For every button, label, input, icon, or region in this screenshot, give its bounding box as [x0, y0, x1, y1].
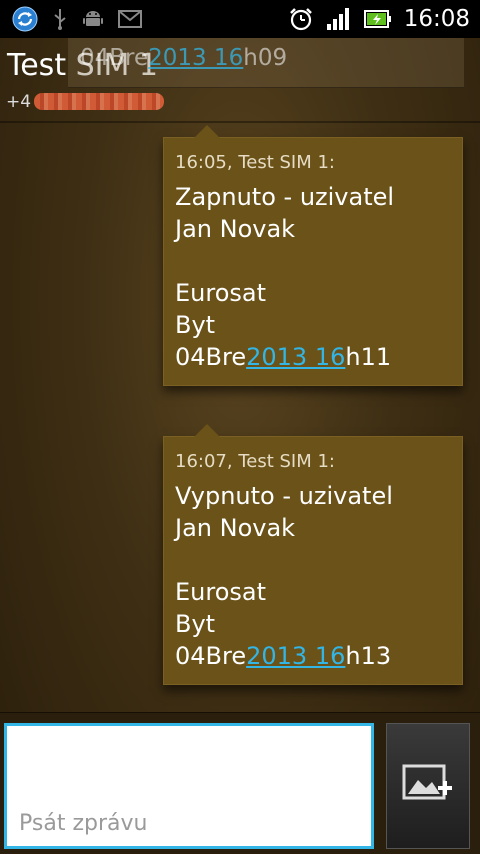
- message-line: Vypnuto - uzivatel: [175, 482, 393, 510]
- message-line: Zapnuto - uzivatel: [175, 183, 395, 211]
- status-bar: 16:08: [0, 0, 480, 38]
- message-line: Byt: [175, 610, 216, 638]
- message-input[interactable]: Psát zprávu: [4, 723, 374, 849]
- message-meta: 16:05, Test SIM 1:: [175, 152, 335, 173]
- mail-icon: [118, 10, 142, 28]
- message-bubble[interactable]: 16:05, Test SIM 1: Zapnuto - uzivatel Ja…: [163, 125, 463, 386]
- prev-message-link[interactable]: 2013 16: [148, 45, 243, 71]
- message-line: Jan Novak: [175, 514, 296, 542]
- android-debug-icon: [82, 8, 104, 30]
- alarm-icon: [288, 6, 314, 32]
- contact-number: +4: [6, 92, 32, 112]
- message-line: Eurosat: [175, 578, 267, 606]
- message-date-prefix: 04Bre: [175, 343, 247, 371]
- clock: 16:08: [403, 6, 470, 32]
- signal-icon: [326, 7, 352, 31]
- message-line: Byt: [175, 311, 216, 339]
- previous-message-preview: 04Bre2013 16h09: [68, 38, 464, 88]
- compose-bar: Psát zprávu: [0, 712, 480, 854]
- message-bubble[interactable]: 16:07, Test SIM 1: Vypnuto - uzivatel Ja…: [163, 424, 463, 685]
- message-date-link[interactable]: 2013 16: [246, 343, 345, 371]
- sync-icon: [12, 6, 38, 32]
- message-line: [175, 245, 452, 277]
- header-divider: [0, 121, 480, 123]
- message-line: Jan Novak: [175, 215, 296, 243]
- message-input-placeholder: Psát zprávu: [19, 811, 148, 836]
- message-line-last: 04Bre2013 16h11: [175, 341, 452, 373]
- message-body: Zapnuto - uzivatel Jan Novak Eurosat Byt…: [175, 181, 452, 373]
- message-date-prefix: 04Bre: [175, 642, 247, 670]
- message-line: Eurosat: [175, 279, 267, 307]
- prev-message-suffix: h09: [243, 45, 288, 71]
- message-meta: 16:07, Test SIM 1:: [175, 451, 335, 472]
- message-line-last: 04Bre2013 16h13: [175, 640, 452, 672]
- message-body: Vypnuto - uzivatel Jan Novak Eurosat Byt…: [175, 480, 452, 672]
- message-date-suffix: h13: [345, 642, 392, 670]
- message-line: [175, 544, 452, 576]
- redacted-number: [34, 93, 164, 110]
- message-date-link[interactable]: 2013 16: [246, 642, 345, 670]
- usb-icon: [52, 7, 68, 31]
- message-date-suffix: h11: [345, 343, 392, 371]
- prev-message-prefix: 04Bre: [80, 45, 149, 71]
- attach-button[interactable]: [386, 723, 470, 849]
- attach-image-icon: [402, 762, 454, 810]
- battery-charging-icon: [363, 9, 392, 29]
